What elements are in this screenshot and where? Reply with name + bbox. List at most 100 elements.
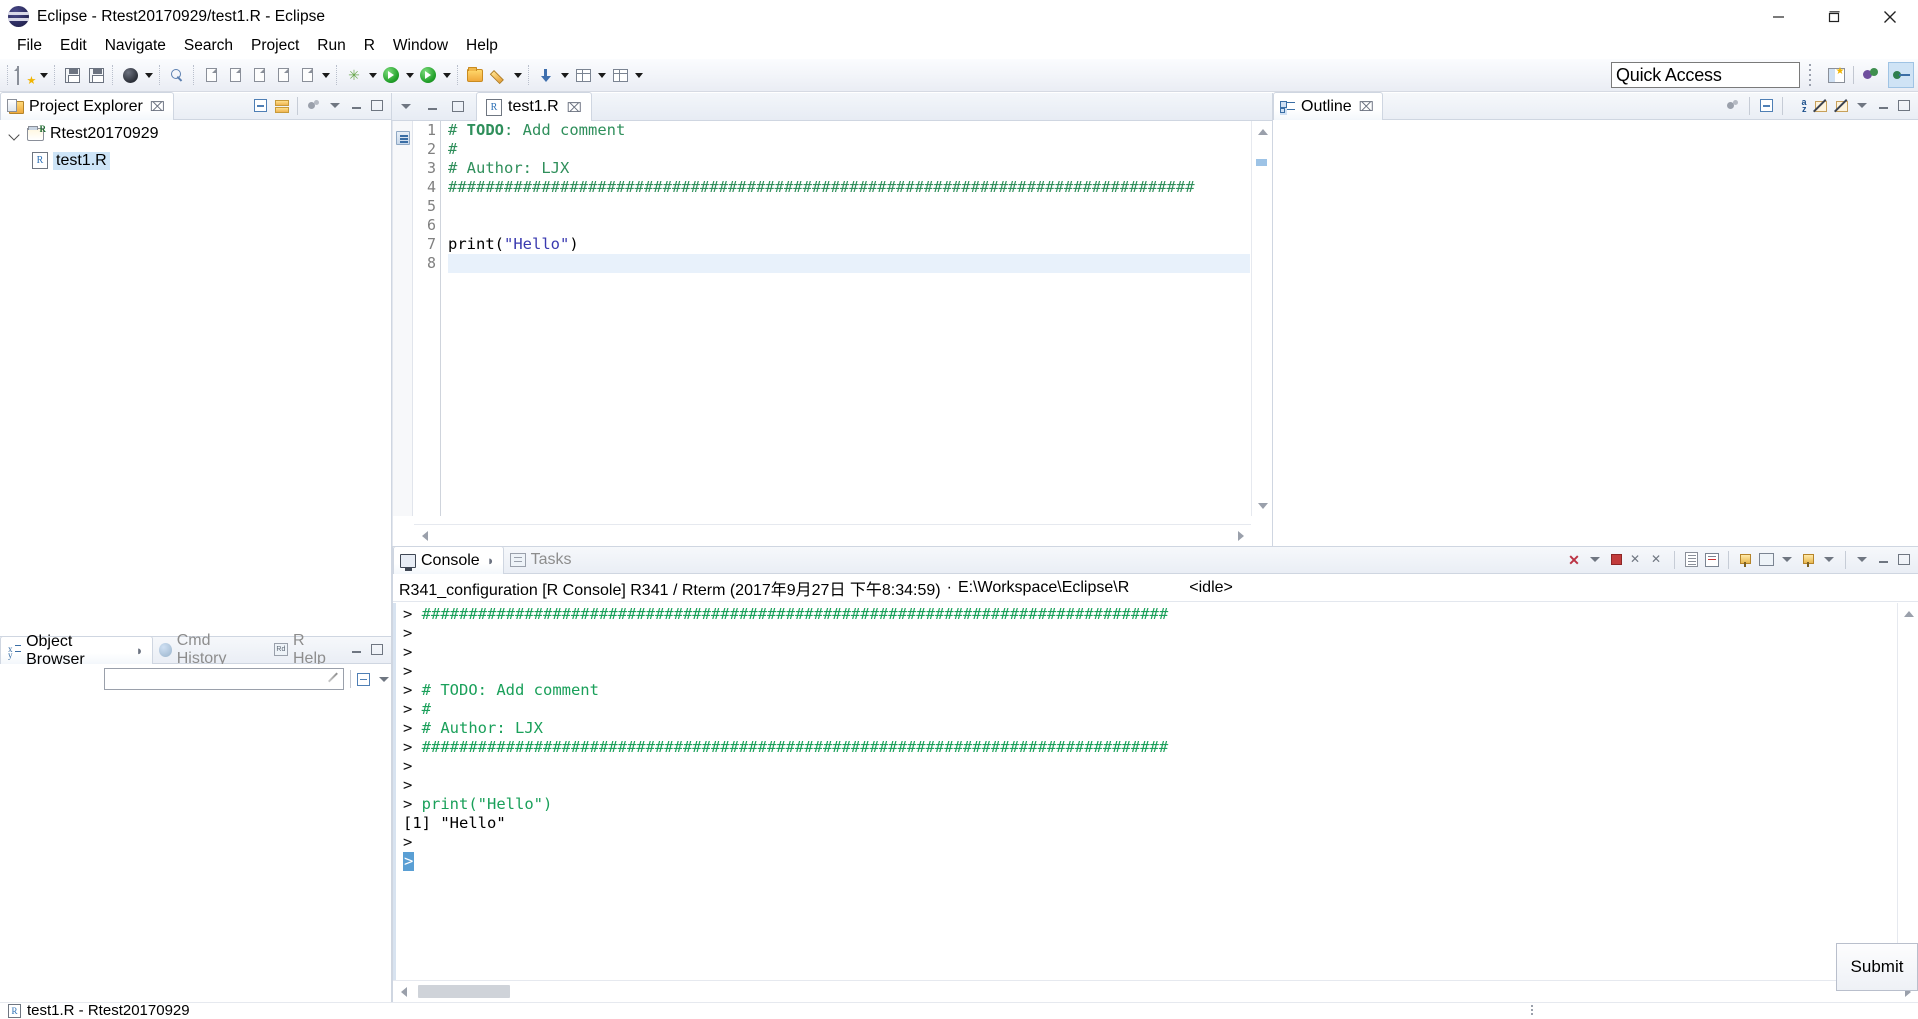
display-selected-icon[interactable] [1757,551,1775,569]
maximize-icon[interactable] [368,97,386,115]
tree-item-project[interactable]: R Rtest20170929 [0,120,391,147]
minimize-icon[interactable] [423,97,441,115]
view-menu-icon[interactable] [377,670,391,688]
save-all-icon[interactable] [84,63,108,87]
close-icon[interactable]: ⌧ [150,100,165,113]
maximize-icon[interactable] [1895,97,1913,115]
view-menu-icon[interactable] [305,97,323,115]
editor-code-line[interactable]: # [448,140,1250,159]
editor-code-line[interactable] [448,216,1250,235]
scroll-down-icon[interactable] [1252,495,1273,516]
menu-help[interactable]: Help [457,35,507,57]
collapse-all-icon[interactable] [357,670,371,688]
scroll-lock-icon[interactable] [1703,551,1721,569]
menu-project[interactable]: Project [242,35,308,57]
tab-test1-r[interactable]: R test1.R ⌧ [476,92,592,121]
scroll-up-icon[interactable] [1252,121,1273,142]
editor-code-line[interactable]: # Author: LJX [448,159,1250,178]
close-button[interactable] [1862,0,1918,33]
scroll-left-icon[interactable] [393,981,414,1002]
quick-access-input[interactable]: Quick Access [1611,62,1800,88]
toolbar-grip[interactable] [1806,62,1814,88]
table-dropdown-icon[interactable] [595,63,608,87]
menu-window[interactable]: Window [384,35,457,57]
terminate-menu-icon[interactable] [1586,551,1604,569]
maximize-icon[interactable] [368,641,386,659]
run-external-icon[interactable] [416,63,440,87]
view-menu-icon[interactable] [397,97,415,115]
tab-object-browser[interactable]: x y Object Browser ◗ [0,636,153,664]
collapse-all-icon[interactable] [251,97,269,115]
tab-outline[interactable]: Outline ⌧ [1273,92,1383,120]
r-source-icon[interactable] [271,63,295,87]
collapse-all-icon[interactable] [1757,97,1775,115]
menu-search[interactable]: Search [175,35,242,57]
close-icon[interactable]: ⌧ [1359,100,1374,113]
editor-horizontal-scrollbar[interactable] [414,524,1251,546]
minimize-icon[interactable] [1874,551,1892,569]
editor-code-line[interactable] [448,197,1250,216]
statusbar-resize-grip[interactable] [1530,1003,1534,1017]
maximize-icon[interactable] [1895,551,1913,569]
magic-wand-icon[interactable]: ✳ [342,63,366,87]
new-wizard-icon[interactable]: ★ [13,63,37,87]
magic-wand-dropdown-icon[interactable] [366,63,379,87]
r-data-icon[interactable] [223,63,247,87]
extra-tool-dropdown-icon[interactable] [632,63,645,87]
save-icon[interactable] [60,63,84,87]
menu-edit[interactable]: Edit [51,35,96,57]
edit-pencil-icon[interactable] [487,63,511,87]
open-folder-icon[interactable] [463,63,487,87]
tab-r-help[interactable]: Rd R Help [268,636,347,663]
close-icon[interactable]: ◗ [487,554,495,567]
open-console-menu-icon[interactable] [1820,551,1838,569]
scroll-left-icon[interactable] [414,525,435,546]
download-icon[interactable] [534,63,558,87]
editor-vertical-scrollbar[interactable] [1251,121,1272,516]
hide-static-icon[interactable] [1832,97,1850,115]
submit-button[interactable]: Submit [1836,943,1918,991]
console-vertical-scrollbar[interactable] [1897,603,1918,980]
close-icon[interactable]: ◗ [136,644,144,657]
minimize-icon[interactable] [1874,97,1892,115]
new-wizard-dropdown-icon[interactable] [37,63,50,87]
console-caret[interactable]: > [403,852,414,871]
edit-dropdown-icon[interactable] [511,63,524,87]
table-icon[interactable] [571,63,595,87]
editor-annotation-ruler[interactable] [393,121,413,516]
remove-launch-icon[interactable] [1628,551,1646,569]
debug-dropdown-icon[interactable] [142,63,155,87]
editor-code-line[interactable]: # TODO: Add comment [448,121,1250,140]
display-menu-icon[interactable] [1778,551,1796,569]
editor-code-line[interactable]: print("Hello") [448,235,1250,254]
r-doc-icon[interactable] [295,63,319,87]
minimize-icon[interactable] [347,97,365,115]
console-output[interactable]: > ######################################… [393,603,1897,980]
menu-file[interactable]: File [8,35,51,57]
debug-icon[interactable] [118,63,142,87]
scrollbar-thumb[interactable] [418,985,510,998]
object-browser-search-input[interactable] [104,668,344,690]
hide-fields-icon[interactable] [1811,97,1829,115]
extra-tool-icon[interactable] [608,63,632,87]
scroll-right-icon[interactable] [1230,525,1251,546]
console-horizontal-scrollbar[interactable] [393,980,1918,1002]
view-menu-chevron-icon[interactable] [326,97,344,115]
run-external-dropdown-icon[interactable] [440,63,453,87]
clear-console-icon[interactable] [1682,551,1700,569]
r-console-icon[interactable] [247,63,271,87]
terminate-icon[interactable]: ✕ [1565,551,1583,569]
menu-navigate[interactable]: Navigate [96,35,175,57]
tab-project-explorer[interactable]: Project Explorer ⌧ [0,92,174,120]
menu-r[interactable]: R [355,35,384,57]
pin-console-icon[interactable] [1736,551,1754,569]
run-dropdown-icon[interactable] [403,63,416,87]
remove-all-icon[interactable] [1649,551,1667,569]
stop-icon[interactable] [1607,551,1625,569]
r-script-icon[interactable] [199,63,223,87]
editor-code-line[interactable]: ########################################… [448,178,1250,197]
open-perspective-icon[interactable]: ★ [1823,62,1849,88]
scroll-up-icon[interactable] [1898,603,1918,624]
editor-code-lines[interactable]: # TODO: Add comment## Author: LJX#######… [441,121,1250,516]
debug-perspective-icon[interactable] [1858,62,1884,88]
